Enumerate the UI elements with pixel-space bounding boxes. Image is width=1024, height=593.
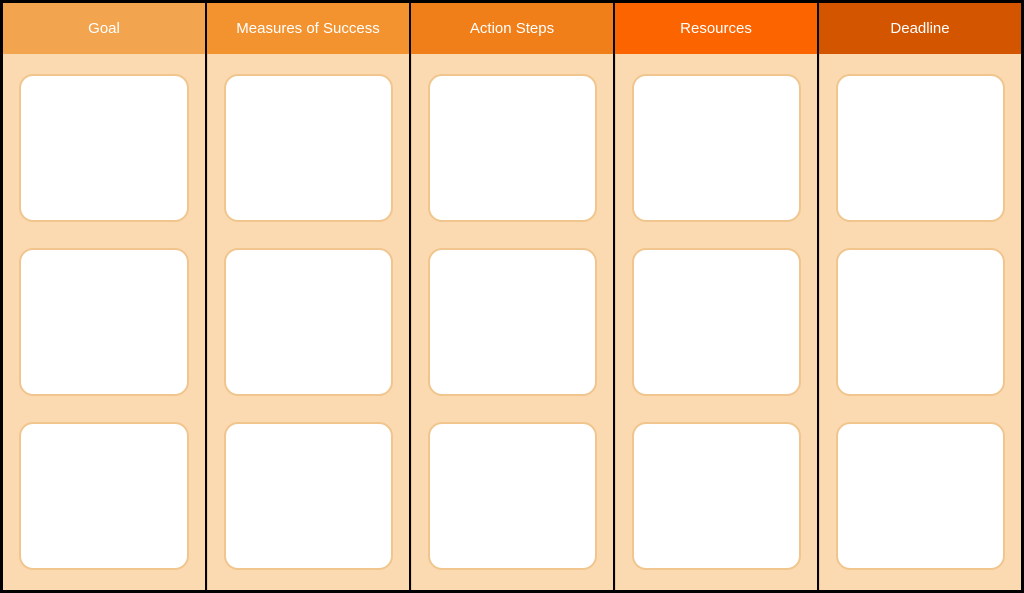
column-goal: Goal	[3, 3, 207, 590]
card[interactable]	[836, 74, 1005, 222]
column-body	[3, 54, 205, 590]
column-resources: Resources	[615, 3, 819, 590]
column-label: Action Steps	[470, 20, 554, 37]
card[interactable]	[428, 74, 597, 222]
card[interactable]	[428, 422, 597, 570]
card[interactable]	[224, 422, 393, 570]
card[interactable]	[836, 248, 1005, 396]
column-body	[207, 54, 409, 590]
column-label: Measures of Success	[236, 20, 379, 37]
column-action-steps: Action Steps	[411, 3, 615, 590]
column-label: Goal	[88, 20, 120, 37]
card[interactable]	[836, 422, 1005, 570]
column-measures: Measures of Success	[207, 3, 411, 590]
column-header-goal: Goal	[3, 3, 205, 54]
card[interactable]	[19, 248, 189, 396]
action-plan-board: Goal Measures of Success Action Steps	[0, 0, 1024, 593]
column-header-deadline: Deadline	[819, 3, 1021, 54]
column-header-measures: Measures of Success	[207, 3, 409, 54]
card[interactable]	[632, 248, 801, 396]
card[interactable]	[224, 74, 393, 222]
card[interactable]	[19, 74, 189, 222]
column-label: Resources	[680, 20, 752, 37]
card[interactable]	[19, 422, 189, 570]
column-body	[411, 54, 613, 590]
card[interactable]	[632, 74, 801, 222]
card[interactable]	[224, 248, 393, 396]
column-body	[615, 54, 817, 590]
card[interactable]	[632, 422, 801, 570]
column-body	[819, 54, 1021, 590]
column-deadline: Deadline	[819, 3, 1021, 590]
column-header-action-steps: Action Steps	[411, 3, 613, 54]
column-label: Deadline	[890, 20, 949, 37]
card[interactable]	[428, 248, 597, 396]
column-header-resources: Resources	[615, 3, 817, 54]
